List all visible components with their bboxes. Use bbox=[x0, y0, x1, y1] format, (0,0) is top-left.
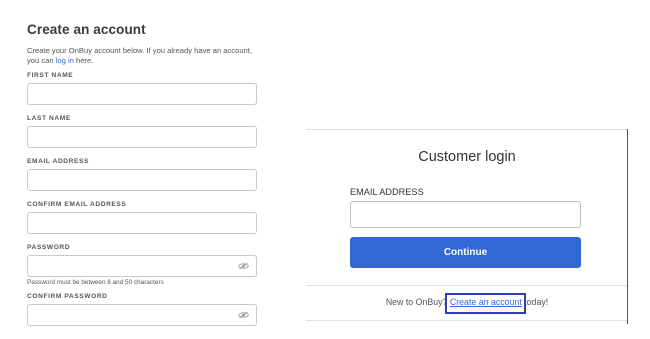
create-account-heading: Create an account bbox=[27, 22, 146, 37]
login-card-bottom-border bbox=[306, 320, 628, 321]
create-an-account-link[interactable]: Create an account bbox=[450, 297, 522, 307]
login-email-field-box bbox=[350, 201, 581, 228]
confirm-password-field-box bbox=[27, 304, 257, 326]
login-footer: New to OnBuy? Create an account today! bbox=[306, 297, 628, 307]
first-name-input[interactable] bbox=[28, 84, 256, 104]
create-account-form: Create an account Create your OnBuy acco… bbox=[27, 22, 259, 336]
password-input[interactable] bbox=[28, 256, 256, 276]
log-in-link[interactable]: log in bbox=[56, 56, 74, 65]
customer-login-heading: Customer login bbox=[418, 149, 516, 165]
create-account-intro: Create your OnBuy account below. If you … bbox=[27, 46, 259, 66]
last-name-field-box bbox=[27, 126, 257, 148]
login-card-right-border bbox=[627, 129, 628, 324]
login-card-top-border bbox=[306, 129, 628, 130]
eye-off-icon[interactable] bbox=[238, 262, 249, 270]
password-hint: Password must be between 8 and 50 charac… bbox=[27, 279, 164, 286]
confirm-email-field-box bbox=[27, 212, 257, 234]
email-address-label: EMAIL ADDRESS bbox=[27, 158, 90, 165]
email-address-input[interactable] bbox=[28, 170, 256, 190]
confirm-email-input[interactable] bbox=[28, 213, 256, 233]
last-name-label: LAST NAME bbox=[27, 115, 71, 122]
first-name-field-box bbox=[27, 83, 257, 105]
email-address-field-box bbox=[27, 169, 257, 191]
password-field-box bbox=[27, 255, 257, 277]
login-email-label: EMAIL ADDRESS bbox=[350, 187, 424, 197]
intro-text-end: here. bbox=[73, 56, 94, 65]
last-name-input[interactable] bbox=[28, 127, 256, 147]
continue-button[interactable]: Continue bbox=[350, 237, 581, 268]
today-text: today! bbox=[521, 297, 549, 307]
password-label: PASSWORD bbox=[27, 244, 71, 251]
confirm-email-label: CONFIRM EMAIL ADDRESS bbox=[27, 201, 127, 208]
confirm-password-input[interactable] bbox=[28, 305, 256, 325]
new-to-onbuy-text: New to OnBuy? bbox=[385, 297, 450, 307]
confirm-password-label: CONFIRM PASSWORD bbox=[27, 293, 108, 300]
login-email-input[interactable] bbox=[351, 202, 580, 227]
customer-login-card: Customer login EMAIL ADDRESS Continue Ne… bbox=[306, 129, 628, 321]
login-divider bbox=[306, 285, 628, 286]
eye-off-icon[interactable] bbox=[238, 311, 249, 319]
first-name-label: FIRST NAME bbox=[27, 72, 74, 79]
